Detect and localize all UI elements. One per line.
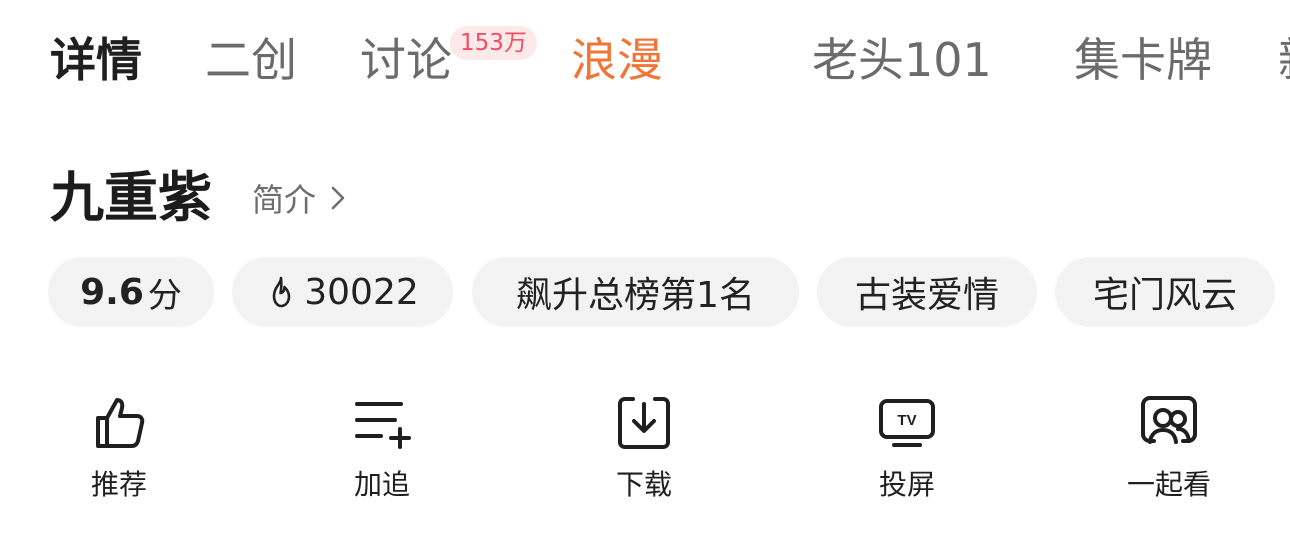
- cast-screen-label: 投屏: [878, 468, 935, 501]
- tab-laotou101[interactable]: 老头101: [812, 30, 992, 90]
- add-to-watchlist-button[interactable]: 加追: [317, 392, 447, 510]
- show-title: 九重紫: [50, 166, 212, 229]
- rank-chip[interactable]: 飙升总榜第1名: [472, 257, 799, 327]
- tab-discussion[interactable]: 讨论: [360, 30, 452, 90]
- add-to-watchlist-label: 加追: [353, 468, 410, 501]
- score-unit: 分: [147, 275, 182, 316]
- watch-together-icon: [1141, 396, 1197, 444]
- genre-label: 古装爱情: [854, 275, 999, 316]
- thumbs-up-icon: [96, 398, 145, 448]
- score-value: 9.6: [80, 271, 144, 313]
- download-button[interactable]: 下载: [579, 392, 709, 510]
- recommend-label: 推荐: [90, 468, 147, 501]
- add-to-list-icon: [355, 402, 411, 449]
- tv-cast-icon: TV: [879, 399, 935, 447]
- show-detail-page: 详情 二创 讨论 153万 浪漫 老头101 集卡牌 新 九重紫 简介 9.6 …: [0, 0, 1290, 534]
- download-icon: [618, 397, 670, 449]
- heat-value: 30022: [304, 271, 419, 313]
- rank-label: 飙升总榜第1名: [516, 275, 755, 316]
- heat-chip[interactable]: 30022: [232, 257, 453, 327]
- chevron-right-icon: [331, 186, 345, 210]
- tab-collect-cards[interactable]: 集卡牌: [1074, 30, 1212, 90]
- intro-link[interactable]: 简介: [252, 176, 346, 220]
- tab-fan-creations[interactable]: 二创: [205, 30, 297, 90]
- svg-text:TV: TV: [897, 412, 916, 429]
- cast-screen-button[interactable]: TV 投屏: [842, 392, 972, 510]
- watch-together-label: 一起看: [1126, 468, 1211, 501]
- intro-label: 简介: [252, 181, 317, 219]
- genre-chip-mansion[interactable]: 宅门风云: [1055, 257, 1275, 327]
- watch-together-button[interactable]: 一起看: [1104, 392, 1234, 510]
- download-label: 下载: [615, 468, 672, 501]
- flame-icon: [272, 276, 291, 308]
- score-chip[interactable]: 9.6 分: [48, 257, 214, 327]
- genre-chip-romance[interactable]: 古装爱情: [817, 257, 1037, 327]
- discussion-count-badge: 153万: [450, 26, 537, 60]
- tab-details[interactable]: 详情: [50, 30, 142, 90]
- recommend-button[interactable]: 推荐: [54, 392, 184, 510]
- genre-label: 宅门风云: [1092, 275, 1237, 316]
- tab-new[interactable]: 新: [1278, 30, 1290, 90]
- tab-romance[interactable]: 浪漫: [571, 30, 663, 90]
